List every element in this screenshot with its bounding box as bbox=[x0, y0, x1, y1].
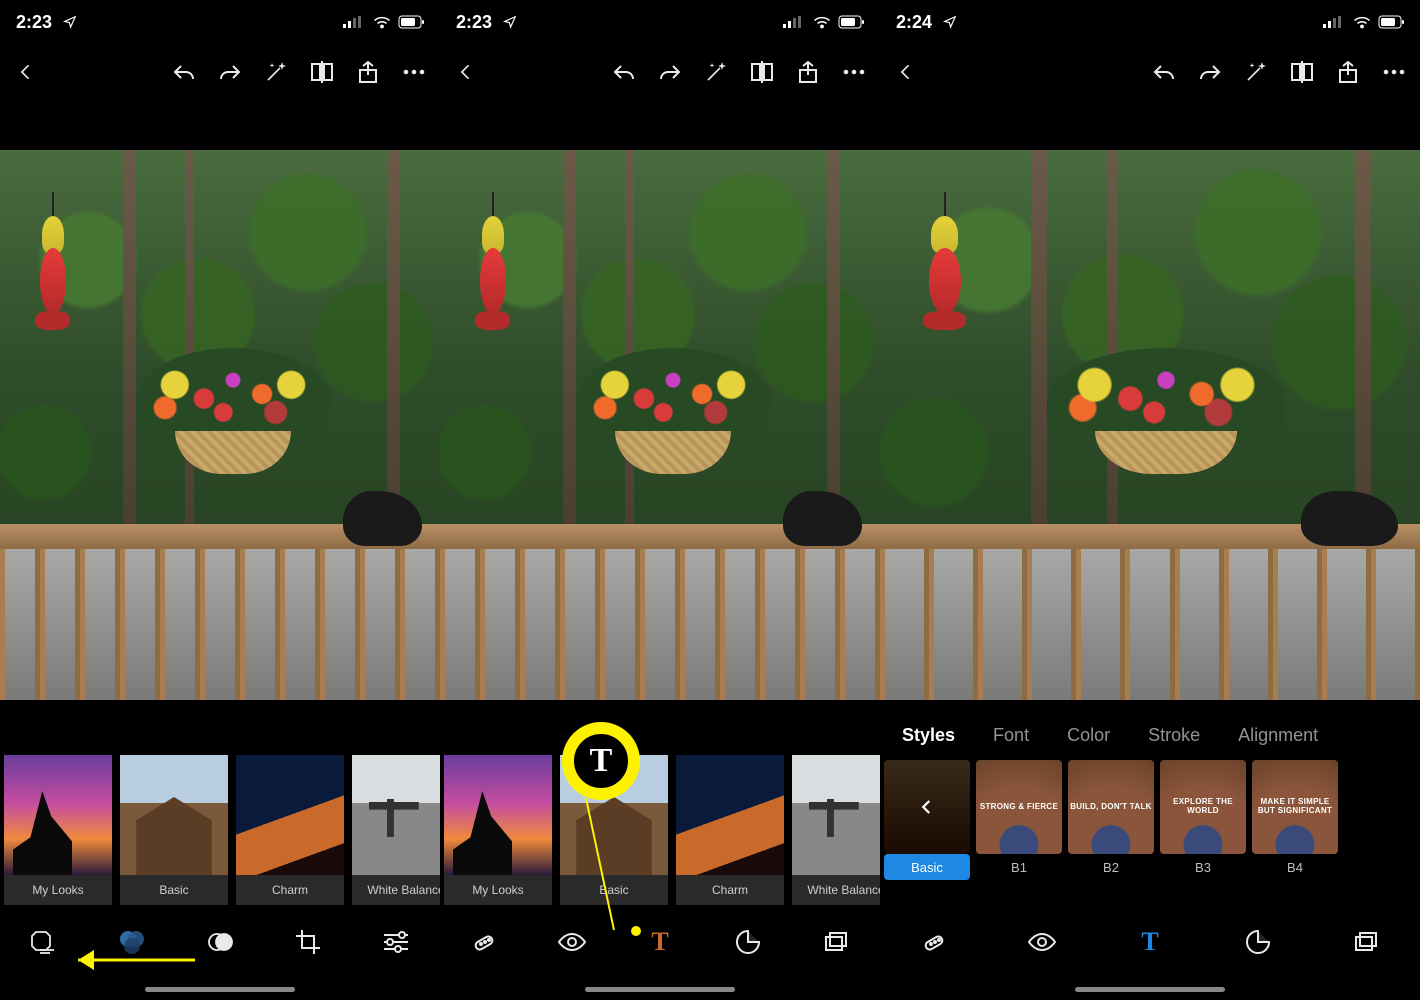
status-bar: 2:24 bbox=[880, 0, 1420, 44]
status-time: 2:23 bbox=[456, 12, 492, 33]
home-indicator[interactable] bbox=[1075, 987, 1225, 992]
redo-icon[interactable] bbox=[1198, 60, 1222, 84]
battery-icon bbox=[1380, 10, 1404, 34]
looks-strip[interactable]: My Looks Basic Charm White Balance bbox=[0, 755, 440, 905]
top-toolbar bbox=[880, 44, 1420, 100]
sticker-icon[interactable] bbox=[733, 927, 763, 957]
back-icon[interactable] bbox=[454, 60, 478, 84]
top-toolbar bbox=[440, 44, 880, 100]
status-bar: 2:23 bbox=[0, 0, 440, 44]
photo-preview bbox=[440, 150, 880, 700]
look-mylooks[interactable]: My Looks bbox=[4, 755, 112, 905]
compare-icon[interactable] bbox=[310, 60, 334, 84]
look-whitebalance[interactable]: White Balance bbox=[792, 755, 880, 905]
redo-icon[interactable] bbox=[658, 60, 682, 84]
look-whitebalance[interactable]: White Balance bbox=[352, 755, 440, 905]
top-toolbar bbox=[0, 44, 440, 100]
look-mylooks[interactable]: My Looks bbox=[444, 755, 552, 905]
battery-icon bbox=[400, 10, 424, 34]
sliders-icon[interactable] bbox=[381, 927, 411, 957]
wifi-icon bbox=[1350, 10, 1374, 34]
share-icon[interactable] bbox=[796, 60, 820, 84]
look-basic[interactable]: Basic bbox=[120, 755, 228, 905]
location-icon bbox=[938, 10, 962, 34]
text-tool-tabs: Styles Font Color Stroke Alignment bbox=[880, 715, 1420, 755]
more-icon[interactable] bbox=[842, 60, 866, 84]
share-icon[interactable] bbox=[1336, 60, 1360, 84]
home-indicator[interactable] bbox=[585, 987, 735, 992]
location-icon bbox=[58, 10, 82, 34]
heal-icon[interactable] bbox=[469, 927, 499, 957]
crop-icon[interactable] bbox=[293, 927, 323, 957]
tab-font[interactable]: Font bbox=[993, 725, 1029, 746]
status-time: 2:24 bbox=[896, 12, 932, 33]
looks-icon[interactable] bbox=[117, 927, 147, 957]
text-styles-strip[interactable]: Basic STRONG & FIERCE B1 BUILD, DON'T TA… bbox=[880, 760, 1420, 880]
bottom-nav bbox=[0, 912, 440, 972]
tab-alignment[interactable]: Alignment bbox=[1238, 725, 1318, 746]
sticker-icon[interactable] bbox=[1243, 927, 1273, 957]
compare-icon[interactable] bbox=[1290, 60, 1314, 84]
screen-1: 2:23 My Looks bbox=[0, 0, 440, 1000]
signal-icon bbox=[340, 10, 364, 34]
tab-styles[interactable]: Styles bbox=[902, 725, 955, 746]
layers-icon[interactable] bbox=[821, 927, 851, 957]
image-canvas[interactable] bbox=[880, 150, 1420, 700]
style-basic[interactable]: Basic bbox=[884, 760, 970, 880]
bottom-nav: T bbox=[440, 912, 880, 972]
bottom-nav: T bbox=[880, 912, 1420, 972]
auto-enhance-icon[interactable] bbox=[1244, 60, 1268, 84]
style-b3[interactable]: EXPLORE THE WORLD B3 bbox=[1160, 760, 1246, 880]
home-indicator[interactable] bbox=[145, 987, 295, 992]
overlap-icon[interactable] bbox=[205, 927, 235, 957]
wifi-icon bbox=[810, 10, 834, 34]
compare-icon[interactable] bbox=[750, 60, 774, 84]
screen-3: 2:24 Styles bbox=[880, 0, 1420, 1000]
undo-icon[interactable] bbox=[172, 60, 196, 84]
image-canvas[interactable] bbox=[0, 150, 440, 700]
layers-icon[interactable] bbox=[1351, 927, 1381, 957]
style-b1[interactable]: STRONG & FIERCE B1 bbox=[976, 760, 1062, 880]
signal-icon bbox=[1320, 10, 1344, 34]
eye-icon[interactable] bbox=[1027, 927, 1057, 957]
redo-icon[interactable] bbox=[218, 60, 242, 84]
wifi-icon bbox=[370, 10, 394, 34]
photo-preview bbox=[880, 150, 1420, 700]
tab-stroke[interactable]: Stroke bbox=[1148, 725, 1200, 746]
text-icon[interactable]: T bbox=[645, 927, 675, 957]
looks-strip[interactable]: My Looks Basic Charm White Balance bbox=[440, 755, 880, 905]
text-icon[interactable]: T bbox=[1135, 927, 1165, 957]
look-charm[interactable]: Charm bbox=[676, 755, 784, 905]
undo-icon[interactable] bbox=[1152, 60, 1176, 84]
look-basic[interactable]: Basic bbox=[560, 755, 668, 905]
eye-icon[interactable] bbox=[557, 927, 587, 957]
auto-enhance-icon[interactable] bbox=[704, 60, 728, 84]
status-time: 2:23 bbox=[16, 12, 52, 33]
tab-color[interactable]: Color bbox=[1067, 725, 1110, 746]
location-icon bbox=[498, 10, 522, 34]
heal-icon[interactable] bbox=[919, 927, 949, 957]
more-icon[interactable] bbox=[1382, 60, 1406, 84]
status-bar: 2:23 bbox=[440, 0, 880, 44]
back-icon[interactable] bbox=[894, 60, 918, 84]
style-b4[interactable]: MAKE IT SIMPLE BUT SIGNIFICANT B4 bbox=[1252, 760, 1338, 880]
more-icon[interactable] bbox=[402, 60, 426, 84]
auto-enhance-icon[interactable] bbox=[264, 60, 288, 84]
undo-icon[interactable] bbox=[612, 60, 636, 84]
photo-preview bbox=[0, 150, 440, 700]
back-icon[interactable] bbox=[14, 60, 38, 84]
battery-icon bbox=[840, 10, 864, 34]
shape-icon[interactable] bbox=[29, 927, 59, 957]
style-b2[interactable]: BUILD, DON'T TALK B2 bbox=[1068, 760, 1154, 880]
look-charm[interactable]: Charm bbox=[236, 755, 344, 905]
screen-2: 2:23 My Looks bbox=[440, 0, 880, 1000]
share-icon[interactable] bbox=[356, 60, 380, 84]
signal-icon bbox=[780, 10, 804, 34]
image-canvas[interactable] bbox=[440, 150, 880, 700]
